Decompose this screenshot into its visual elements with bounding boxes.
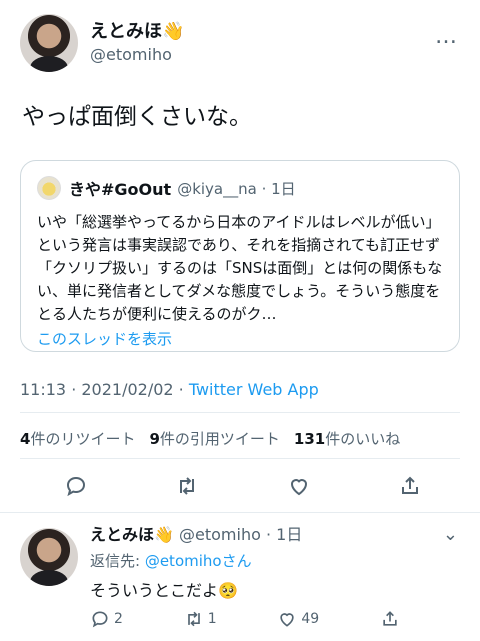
share-icon[interactable] <box>396 472 424 500</box>
engagement-stats: 4件のリツイート 9件の引用ツイート 131件のいいね <box>20 428 400 449</box>
divider <box>20 458 460 459</box>
reply-reply-count: 2 <box>114 611 123 627</box>
chevron-down-icon[interactable]: ⌄ <box>443 524 458 545</box>
reply-actions: 2 1 49 <box>90 609 400 629</box>
quoted-author-avatar[interactable] <box>37 176 61 200</box>
author-info: えとみほ👋 @etomiho <box>90 20 184 66</box>
reply-to-prefix: 返信先: <box>90 552 145 570</box>
reply-icon <box>92 611 108 628</box>
reply-icon[interactable] <box>62 472 90 500</box>
tweet-timestamp: 11:13 · 2021/02/02 · Twitter Web App <box>20 380 319 399</box>
tweet-author[interactable]: えとみほ👋 @etomiho <box>20 14 184 72</box>
retweets-stat[interactable]: 4件のリツイート <box>20 428 135 449</box>
reply-to: 返信先: @etomihoさん <box>90 550 460 571</box>
reply-header: えとみほ👋 @etomiho · 1日 <box>90 524 460 546</box>
reply-author-avatar[interactable] <box>20 528 78 586</box>
tweet-text: やっぱ面倒くさいな。 <box>22 104 252 130</box>
retweet-icon <box>187 611 200 627</box>
author-handle[interactable]: @etomiho <box>90 44 184 66</box>
retweet-icon[interactable] <box>173 472 201 500</box>
show-thread-link[interactable]: このスレッドを表示 <box>37 328 443 349</box>
reply-content: えとみほ👋 @etomiho · 1日 返信先: @etomihoさん そういう… <box>90 524 460 601</box>
author-name[interactable]: えとみほ👋 <box>90 20 184 44</box>
quotes-stat[interactable]: 9件の引用ツイート <box>149 428 279 449</box>
reply-text: そういうとこだよ🥺 <box>90 581 238 600</box>
share-icon <box>383 611 397 626</box>
reply-author-name[interactable]: えとみほ👋 <box>90 525 174 544</box>
quoted-author-meta: @kiya__na · 1日 <box>177 179 296 198</box>
quoted-tweet-header: きや#GoOut @kiya__na · 1日 <box>37 175 443 201</box>
reply-to-mention[interactable]: @etomihoさん <box>145 552 252 570</box>
likes-stat[interactable]: 131件のいいね <box>294 428 400 449</box>
reply-reply-button[interactable]: 2 <box>90 609 123 629</box>
reply-like-count: 49 <box>301 611 320 627</box>
author-avatar[interactable] <box>20 14 78 72</box>
reply-retweet-count: 1 <box>207 611 217 627</box>
quoted-author-name: きや#GoOut <box>69 180 172 199</box>
tweet-time[interactable]: 11:13 · 2021/02/02 · <box>20 380 189 399</box>
divider <box>0 512 480 513</box>
like-icon[interactable] <box>285 472 313 500</box>
quoted-tweet[interactable]: きや#GoOut @kiya__na · 1日 いや「総選挙やってるから日本のア… <box>20 160 460 352</box>
tweet-actions <box>62 472 424 500</box>
quoted-tweet-text: いや「総選挙やってるから日本のアイドルはレベルが低い」という発言は事実誤認であり… <box>37 213 443 323</box>
tweet-source-app[interactable]: Twitter Web App <box>189 380 319 399</box>
more-options-icon[interactable]: … <box>435 24 458 49</box>
reply-retweet-button[interactable]: 1 <box>184 609 217 629</box>
reply-author-meta[interactable]: @etomiho · 1日 <box>174 525 302 544</box>
tweet-detail-page: えとみほ👋 @etomiho … やっぱ面倒くさいな。 きや#GoOut @ki… <box>0 0 480 641</box>
divider <box>20 412 460 413</box>
like-icon <box>280 613 295 627</box>
reply-share-button[interactable] <box>380 609 400 629</box>
reply-like-button[interactable]: 49 <box>277 609 319 629</box>
